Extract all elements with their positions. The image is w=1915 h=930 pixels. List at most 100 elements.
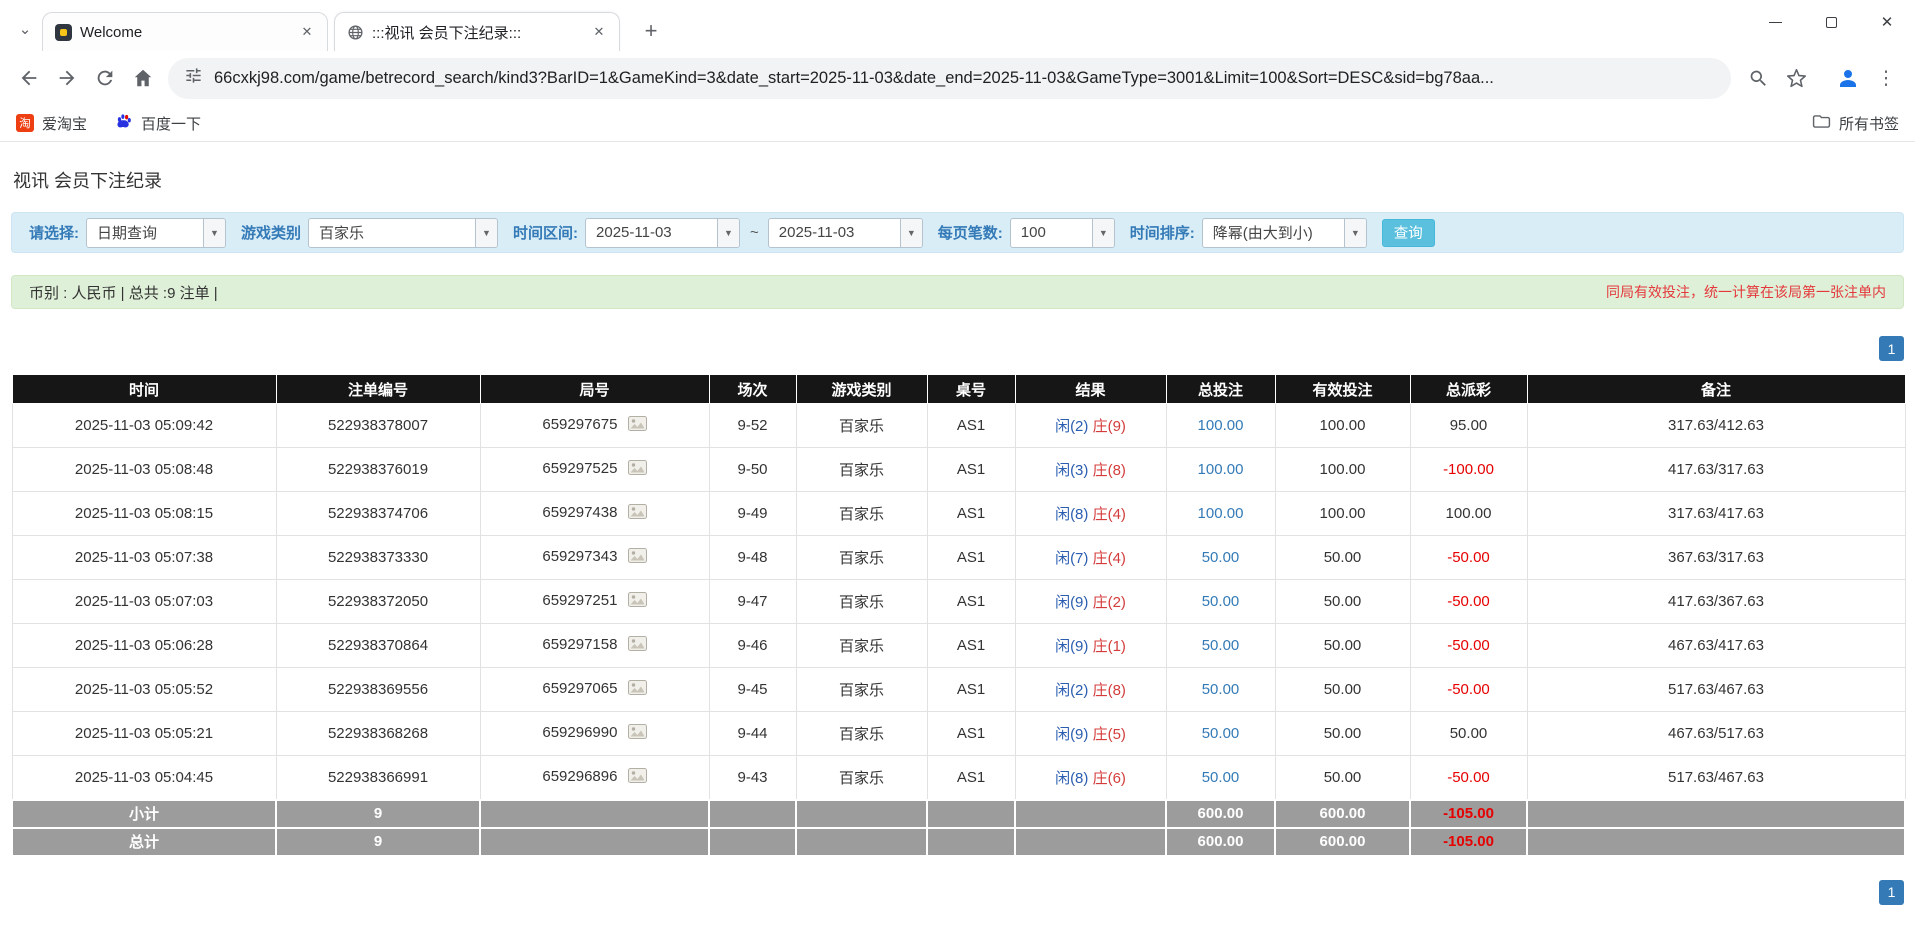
cell-total-bet[interactable]: 50.00 bbox=[1165, 579, 1276, 624]
chevron-down-icon[interactable]: ▼ bbox=[1091, 218, 1114, 247]
back-button[interactable] bbox=[10, 59, 48, 97]
round-image-icon[interactable] bbox=[627, 767, 647, 787]
page-size-label: 每页笔数: bbox=[937, 225, 1003, 242]
cell-game-type: 百家乐 bbox=[795, 579, 928, 624]
cell-round-id: 659297675 bbox=[479, 403, 710, 448]
footer-label: 小计 bbox=[11, 798, 277, 829]
footer-empty-cell bbox=[708, 826, 797, 857]
footer-total-bet: 600.00 bbox=[1165, 826, 1276, 857]
cell-round-id: 659297438 bbox=[479, 491, 710, 536]
col-header-valid-bet: 有效投注 bbox=[1274, 374, 1411, 404]
site-info-icon[interactable] bbox=[184, 66, 203, 90]
cell-total-bet[interactable]: 50.00 bbox=[1165, 755, 1276, 800]
sort-select[interactable]: 降幂(由大到小) ▼ bbox=[1201, 217, 1367, 248]
result-player: 闲(9) bbox=[1055, 638, 1089, 655]
home-button[interactable] bbox=[124, 59, 162, 97]
search-button[interactable]: 查询 bbox=[1381, 218, 1435, 247]
cell-total-bet[interactable]: 50.00 bbox=[1165, 711, 1276, 756]
round-image-icon[interactable] bbox=[627, 724, 647, 743]
round-image-icon[interactable] bbox=[627, 504, 647, 523]
date-start-value: 2025-11-03 bbox=[596, 224, 672, 241]
page-1-button[interactable]: 1 bbox=[1879, 336, 1904, 361]
tab-close-icon[interactable]: ✕ bbox=[297, 22, 317, 42]
cell-result: 闲(9) 庄(2) bbox=[1014, 579, 1167, 624]
minimize-button[interactable] bbox=[1747, 0, 1803, 44]
zoom-icon[interactable] bbox=[1739, 59, 1777, 97]
cell-game-type: 百家乐 bbox=[795, 755, 928, 800]
round-image-icon[interactable] bbox=[627, 460, 647, 479]
cell-game-type: 百家乐 bbox=[795, 535, 928, 580]
tab-welcome[interactable]: Welcome ✕ bbox=[42, 12, 328, 51]
round-image-icon[interactable] bbox=[627, 416, 647, 435]
chevron-down-icon[interactable]: ▼ bbox=[475, 218, 498, 247]
chevron-down-icon[interactable]: ▼ bbox=[203, 218, 225, 247]
cell-payout: 95.00 bbox=[1409, 403, 1528, 448]
all-bookmarks-label: 所有书签 bbox=[1838, 115, 1899, 133]
cell-round-id: 659296896 bbox=[479, 755, 710, 800]
cell-time: 2025-11-03 05:07:03 bbox=[11, 579, 277, 624]
result-banker: 庄(9) bbox=[1092, 418, 1126, 435]
page-1-button[interactable]: 1 bbox=[1879, 879, 1904, 905]
footer-empty-cell bbox=[1526, 826, 1906, 857]
note-text: 同局有效投注，统一计算在该局第一张注单内 bbox=[1606, 284, 1886, 300]
profile-avatar-icon[interactable] bbox=[1829, 59, 1867, 97]
cell-payout: -50.00 bbox=[1409, 623, 1528, 668]
cell-remark: 317.63/412.63 bbox=[1526, 403, 1906, 448]
bookmark-label: 爱淘宝 bbox=[42, 115, 88, 133]
date-start-select[interactable]: 2025-11-03 ▼ bbox=[585, 217, 741, 248]
cell-session: 9-47 bbox=[708, 579, 797, 624]
footer-empty-cell bbox=[479, 798, 710, 829]
cell-valid-bet: 50.00 bbox=[1274, 623, 1411, 668]
round-image-icon[interactable] bbox=[627, 592, 647, 611]
game-type-select[interactable]: 百家乐 ▼ bbox=[308, 217, 499, 248]
result-banker: 庄(5) bbox=[1092, 726, 1126, 743]
close-button[interactable]: ✕ bbox=[1859, 0, 1915, 44]
browser-window: ⌄ Welcome ✕ :::视讯 会员下注纪录::: ✕ + ✕ 66cxkj… bbox=[0, 0, 1915, 142]
cell-total-bet[interactable]: 100.00 bbox=[1165, 447, 1276, 492]
date-mode-select[interactable]: 日期查询 ▼ bbox=[86, 217, 226, 248]
date-end-select[interactable]: 2025-11-03 ▼ bbox=[767, 217, 923, 248]
maximize-button[interactable] bbox=[1803, 0, 1859, 44]
menu-dots-icon[interactable]: ⋮ bbox=[1867, 59, 1905, 97]
bookmark-star-icon[interactable] bbox=[1777, 59, 1815, 97]
address-bar[interactable]: 66cxkj98.com/game/betrecord_search/kind3… bbox=[168, 57, 1731, 99]
cell-total-bet[interactable]: 50.00 bbox=[1165, 667, 1276, 712]
cell-total-bet[interactable]: 100.00 bbox=[1165, 491, 1276, 536]
page-size-select[interactable]: 100 ▼ bbox=[1009, 217, 1115, 248]
tab-search-chevron-icon[interactable]: ⌄ bbox=[12, 16, 38, 42]
chevron-down-icon[interactable]: ▼ bbox=[717, 218, 740, 247]
footer-empty-cell bbox=[1014, 826, 1167, 857]
browser-toolbar: 66cxkj98.com/game/betrecord_search/kind3… bbox=[0, 51, 1915, 105]
cell-table-no: AS1 bbox=[926, 755, 1016, 800]
all-bookmarks-button[interactable]: 所有书签 bbox=[1812, 112, 1899, 135]
forward-button[interactable] bbox=[48, 59, 86, 97]
tab-close-icon[interactable]: ✕ bbox=[589, 22, 609, 42]
result-banker: 庄(1) bbox=[1092, 638, 1126, 655]
chevron-down-icon[interactable]: ▼ bbox=[1343, 218, 1366, 247]
footer-label: 总计 bbox=[11, 826, 277, 857]
tab-betrecord[interactable]: :::视讯 会员下注纪录::: ✕ bbox=[334, 12, 620, 51]
cell-session: 9-44 bbox=[708, 711, 797, 756]
reload-button[interactable] bbox=[86, 59, 124, 97]
cell-payout: -100.00 bbox=[1409, 447, 1528, 492]
chevron-down-icon[interactable]: ▼ bbox=[899, 218, 922, 247]
round-image-icon[interactable] bbox=[627, 680, 647, 699]
table-footer-row: 小计 9 600.00 600.00 -105.00 bbox=[11, 798, 1906, 829]
page-title: 视讯 会员下注纪录 bbox=[13, 171, 163, 191]
cell-game-type: 百家乐 bbox=[795, 711, 928, 756]
bookmark-taobao[interactable]: 淘 爱淘宝 bbox=[16, 113, 87, 134]
table-row: 2025-11-03 05:08:48 522938376019 659297525… bbox=[11, 447, 1906, 492]
page-size-value: 100 bbox=[1020, 224, 1046, 241]
cell-remark: 417.63/367.63 bbox=[1526, 579, 1906, 624]
footer-empty-cell bbox=[795, 826, 928, 857]
round-image-icon[interactable] bbox=[627, 548, 647, 567]
footer-count: 9 bbox=[275, 826, 481, 857]
round-image-icon[interactable] bbox=[627, 636, 647, 655]
cell-session: 9-50 bbox=[708, 447, 797, 492]
cell-total-bet[interactable]: 50.00 bbox=[1165, 535, 1276, 580]
new-tab-button[interactable]: + bbox=[636, 16, 666, 46]
cell-total-bet[interactable]: 100.00 bbox=[1165, 403, 1276, 448]
bookmark-baidu[interactable]: 百度一下 bbox=[115, 112, 201, 134]
maximize-icon bbox=[1825, 16, 1837, 28]
cell-total-bet[interactable]: 50.00 bbox=[1165, 623, 1276, 668]
